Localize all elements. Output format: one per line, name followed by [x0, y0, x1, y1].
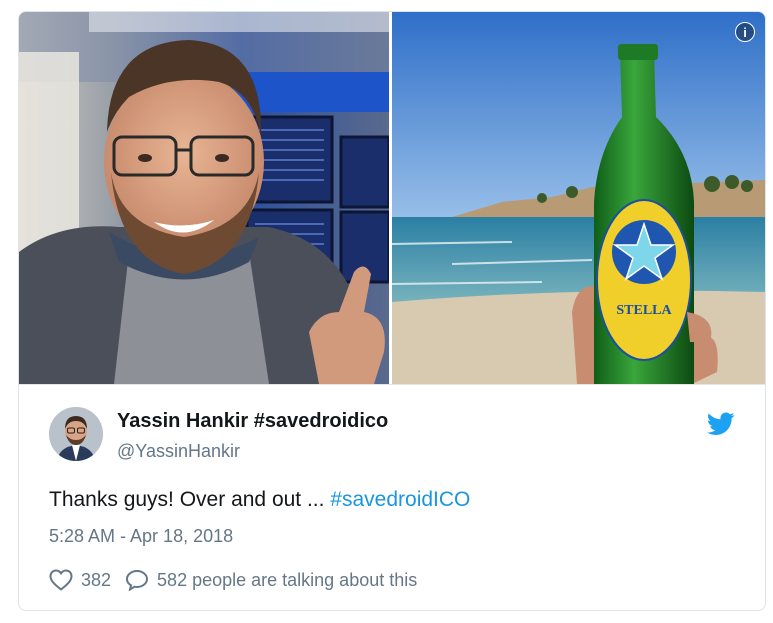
user-handle[interactable]: @YassinHankir: [117, 441, 240, 462]
media-divider: [19, 384, 765, 385]
like-count: 382: [81, 569, 112, 590]
beach-image: STELLA: [392, 12, 765, 384]
talking-about-link[interactable]: 582 people are talking about this: [157, 570, 417, 591]
tweet-timestamp[interactable]: 5:28 AM - Apr 18, 2018: [49, 526, 233, 547]
selfie-photo[interactable]: [19, 12, 389, 384]
hashtag-link[interactable]: #savedroidICO: [330, 488, 470, 511]
avatar-image: [49, 407, 103, 461]
tweet-media[interactable]: STELLA i: [19, 12, 765, 384]
bottle-label-text: STELLA: [616, 303, 672, 318]
tweet-card[interactable]: STELLA i Yassin Hankir #savedroidico @Ya…: [18, 11, 766, 611]
heart-icon[interactable]: [49, 569, 73, 591]
speech-bubble-icon[interactable]: [125, 569, 149, 591]
tweet-actions: 382 582 people are talking about this: [49, 567, 417, 593]
selfie-image: [19, 12, 389, 384]
beach-photo[interactable]: STELLA i: [392, 12, 765, 384]
info-icon[interactable]: i: [735, 22, 755, 42]
twitter-bird-icon[interactable]: [707, 412, 735, 436]
tweet-text: Thanks guys! Over and out ... #savedroid…: [49, 488, 470, 512]
tweet-text-plain: Thanks guys! Over and out ...: [49, 488, 331, 511]
display-name[interactable]: Yassin Hankir #savedroidico: [117, 410, 388, 433]
avatar[interactable]: [49, 407, 103, 461]
